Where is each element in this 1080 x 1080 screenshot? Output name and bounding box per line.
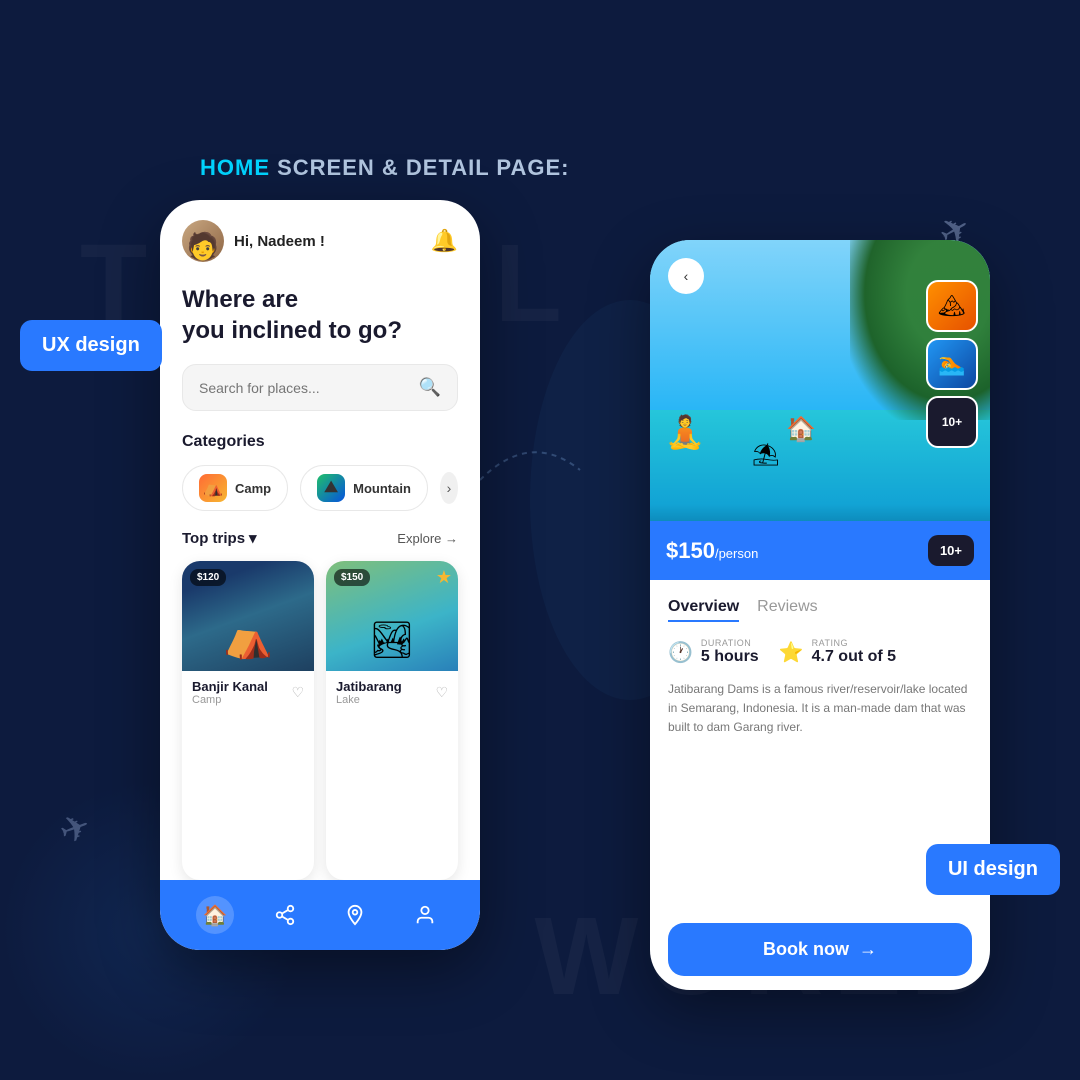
photo-thumb-1[interactable]: 🏔 [926,280,978,332]
star-badge-jatibarang: ★ [436,567,452,588]
home-phone-body: 🧑 Hi, Nadeem ! 🔔 Where are you inclined … [160,200,480,880]
trip-image-jatibarang: ★ $150 🏞 [326,561,458,671]
top-trips-header: Top trips ▾ Explore → [182,529,458,547]
tent-decoration: ⛺ [223,614,273,661]
page-header: HOME SCREEN & DETAIL PAGE: [200,155,569,181]
detail-body: Overview Reviews 🕐 DURATION 5 hours ⭐ RA… [650,580,990,990]
star-icon: ⭐ [779,640,804,665]
camp-icon: ⛺ [199,474,227,502]
header-rest: SCREEN & DETAIL PAGE: [270,155,569,180]
mountain-label: Mountain [353,481,411,496]
trip-price-jatibarang: $150 [334,569,370,586]
avatar: 🧑 [182,220,224,262]
favorite-icon-banjir[interactable]: ♡ [291,684,304,701]
photo-thumb-more[interactable]: 10+ [926,396,978,448]
price-display: $150/person [666,538,758,564]
top-trips-label: Top trips ▾ [182,529,257,547]
duration-stat: 🕐 DURATION 5 hours [668,638,759,666]
trip-name-jatibarang: Jatibarang [336,679,402,694]
detail-hero-section: 🧘 🏠 ⛱ ‹ 🏔 🏊 10+ Jatibarang Lake $150/per… [650,240,990,580]
dashed-path-decoration [470,420,590,500]
nav-profile-button[interactable] [406,896,444,934]
rating-value: 4.7 out of 5 [812,648,896,666]
clock-icon: 🕐 [668,640,693,665]
photo-count-badge: 10+ [928,535,974,566]
nav-home-button[interactable]: 🏠 [196,896,234,934]
top-trips-dropdown-icon[interactable]: ▾ [249,529,257,547]
trip-type-jatibarang: Lake [336,694,402,706]
back-button[interactable]: ‹ [668,258,704,294]
ux-design-badge: UX design [20,320,162,371]
categories-title: Categories [182,433,458,451]
nav-share-button[interactable] [266,896,304,934]
trip-info-jatibarang: Jatibarang Lake ♡ [326,671,458,714]
book-now-button[interactable]: Book now → [668,923,972,976]
trip-price-banjir: $120 [190,569,226,586]
avatar-image: 🧑 [182,220,224,262]
mountain-icon: ⛰ [317,474,345,502]
greeting-text: Hi, Nadeem ! [234,233,325,250]
home-top-bar: 🧑 Hi, Nadeem ! 🔔 [182,220,458,262]
explore-link[interactable]: Explore → [397,531,458,546]
search-input[interactable] [199,380,419,396]
trips-grid: $120 ⛺ Banjir Kanal Camp ♡ ★ $150 🏞 [182,561,458,880]
search-bar[interactable]: 🔍 [182,364,458,411]
tab-overview[interactable]: Overview [668,598,739,622]
detail-tabs: Overview Reviews [668,598,972,622]
home-screen-phone: 🧑 Hi, Nadeem ! 🔔 Where are you inclined … [160,200,480,950]
category-mountain[interactable]: ⛰ Mountain [300,465,428,511]
rating-label: RATING [812,638,896,648]
ui-design-badge: UI design [926,844,1060,895]
person-icon: 🧘 [665,413,705,451]
hut-icon: 🏠 [786,415,816,444]
home-headline: Where are you inclined to go? [182,284,458,346]
trip-card-banjir[interactable]: $120 ⛺ Banjir Kanal Camp ♡ [182,561,314,880]
book-btn-arrow: → [859,939,877,960]
duration-value: 5 hours [701,648,759,666]
category-camp[interactable]: ⛺ Camp [182,465,288,511]
tab-reviews[interactable]: Reviews [757,598,817,622]
user-greeting-row: 🧑 Hi, Nadeem ! [182,220,325,262]
categories-more-button[interactable]: › [440,472,458,504]
detail-stats: 🕐 DURATION 5 hours ⭐ RATING 4.7 out of 5 [668,638,972,666]
header-accent: HOME [200,155,270,180]
rating-stat: ⭐ RATING 4.7 out of 5 [779,638,896,666]
camp-label: Camp [235,481,271,496]
photo-thumb-2[interactable]: 🏊 [926,338,978,390]
duration-label: DURATION [701,638,759,648]
nav-location-button[interactable] [336,896,374,934]
photo-thumbnails: 🏔 🏊 10+ [926,280,978,448]
favorite-icon-jatibarang[interactable]: ♡ [435,684,448,701]
trip-image-banjir: $120 ⛺ [182,561,314,671]
notification-icon[interactable]: 🔔 [431,228,458,254]
categories-row: ⛺ Camp ⛰ Mountain › [182,465,458,511]
price-row: $150/person 10+ [650,521,990,580]
lake-decoration: 🏞 [369,619,415,661]
trip-name-banjir: Banjir Kanal [192,679,268,694]
trip-info-banjir: Banjir Kanal Camp ♡ [182,671,314,714]
umbrella-icon: ⛱ [752,442,780,468]
trip-type-banjir: Camp [192,694,268,706]
trip-card-jatibarang[interactable]: ★ $150 🏞 Jatibarang Lake ♡ [326,561,458,880]
bottom-navigation: 🏠 [160,880,480,950]
search-icon[interactable]: 🔍 [419,377,441,398]
per-person-text: /person [715,546,758,561]
book-btn-label: Book now [763,939,849,960]
